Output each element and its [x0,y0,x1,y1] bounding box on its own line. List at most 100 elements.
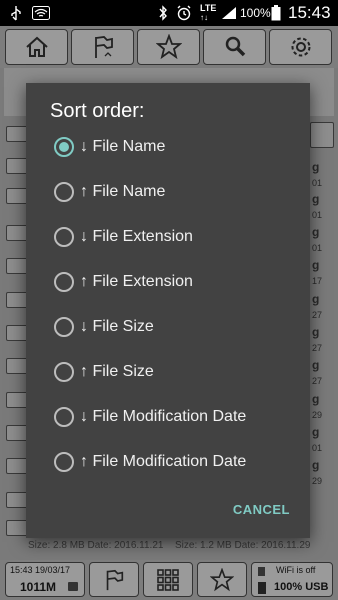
star-icon [155,34,182,60]
radio-button[interactable] [54,362,74,382]
sort-option-5[interactable]: ↑ File Size [26,352,310,392]
bookmark-flag-button[interactable] [89,562,139,597]
list-item-fragment: g [312,392,320,406]
sort-option-1[interactable]: ↑ File Name [26,172,310,212]
sort-option-label: ↑ File Modification Date [80,453,247,470]
sort-option-label: ↑ File Size [80,363,154,380]
home-button[interactable] [5,29,68,65]
list-item [6,258,28,274]
favorites-bottom-button[interactable] [197,562,247,597]
sort-option-7[interactable]: ↑ File Modification Date [26,442,310,482]
sort-option-3[interactable]: ↑ File Extension [26,262,310,302]
file-footer-right: Size: 1.2 MB Date: 2016.11.29 [175,540,311,551]
dialog-title: Sort order: [50,100,145,122]
datetime-label: 15:43 19/03/17 [10,565,71,575]
list-item-fragment: 27 [312,376,323,386]
radio-button[interactable] [54,452,74,472]
sd-card-icon [68,582,78,591]
top-toolbar [0,26,338,68]
favorites-button[interactable] [137,29,200,65]
battery-small-icon [258,582,266,594]
list-item-fragment: g [312,192,320,206]
list-item-fragment: 29 [312,476,323,486]
list-item-fragment: g [312,325,320,339]
sort-option-label: ↑ File Name [80,183,166,200]
radio-button-checked[interactable] [54,137,74,157]
list-item-fragment: 01 [312,443,323,453]
radio-button[interactable] [54,407,74,427]
signal-icon [221,0,237,26]
list-item-fragment: g [312,458,320,472]
list-item [6,358,28,374]
sort-option-label: ↓ File Extension [80,228,193,245]
list-item [6,225,28,241]
wifi-status-label: WiFi is off [276,565,316,575]
list-item-fragment: g [312,258,320,272]
sort-option-label: ↓ File Size [80,318,154,335]
list-item [6,325,28,341]
alarm-icon [176,0,192,26]
bluetooth-icon [158,0,168,26]
settings-button[interactable] [269,29,332,65]
sort-option-label: ↑ File Extension [80,273,193,290]
sort-option-4[interactable]: ↓ File Size [26,307,310,347]
list-item-fragment: 01 [312,243,323,253]
flag-icon [106,569,124,590]
sort-option-label: ↓ File Name [80,138,166,155]
gear-icon [291,37,310,57]
list-item-fragment: g [312,160,320,174]
sort-side-button [310,122,334,148]
sort-option-0[interactable]: ↓ File Name [26,127,310,167]
list-item-fragment: 27 [312,343,323,353]
flag-icon [94,36,113,58]
list-item-fragment: 01 [312,178,323,188]
list-item-fragment: g [312,425,320,439]
sort-order-dialog: Sort order: ↓ File Name ↑ File Name ↓ File… [26,83,310,538]
radio-button[interactable] [54,317,74,337]
flag-button[interactable] [71,29,134,65]
sort-option-label: ↓ File Modification Date [80,408,247,425]
list-item [6,458,28,474]
list-item-fragment: g [312,358,320,372]
grid-view-button[interactable] [143,562,193,597]
list-item-fragment: 29 [312,410,323,420]
usb-icon [10,0,22,26]
battery-percent: 100% [240,6,271,20]
network-type: LTE [200,3,217,13]
radio-button[interactable] [54,227,74,247]
search-button[interactable] [203,29,266,65]
status-bar: LTE ↑↓ 100% 15:43 [0,0,338,26]
star-icon [210,567,234,591]
battery-usb-label: 100% USB [274,581,329,593]
grid-icon [157,568,179,591]
list-item-fragment: g [312,225,320,239]
file-footer-left: Size: 2.8 MB Date: 2016.11.21 [28,540,164,551]
list-item [6,188,28,204]
wifi-battery-box[interactable]: WiFi is off 100% USB [251,562,333,597]
clock: 15:43 [288,3,331,22]
bottom-bar: 15:43 19/03/17 1011M WiFi is off 100% US… [0,560,338,600]
up-folder-icon [6,126,28,142]
list-item [6,292,28,308]
cancel-button[interactable]: CANCEL [233,502,290,517]
sort-option-2[interactable]: ↓ File Extension [26,217,310,257]
list-item [6,392,28,408]
radio-button[interactable] [54,272,74,292]
datetime-storage-box[interactable]: 15:43 19/03/17 1011M [5,562,85,597]
storage-label: 1011M [20,580,57,594]
list-item-fragment: 01 [312,210,323,220]
list-item-fragment: 17 [312,276,323,286]
home-icon [25,36,48,57]
search-icon [225,36,245,57]
radio-button[interactable] [54,182,74,202]
list-item [6,425,28,441]
list-item-fragment: g [312,292,320,306]
wifi-icon [32,0,50,26]
sort-option-6[interactable]: ↓ File Modification Date [26,397,310,437]
list-item-fragment: 27 [312,310,323,320]
list-item [6,158,28,174]
list-item [6,492,28,508]
list-item [6,520,28,536]
network-indicator: LTE ↑↓ [200,3,217,23]
battery-icon [271,0,281,26]
